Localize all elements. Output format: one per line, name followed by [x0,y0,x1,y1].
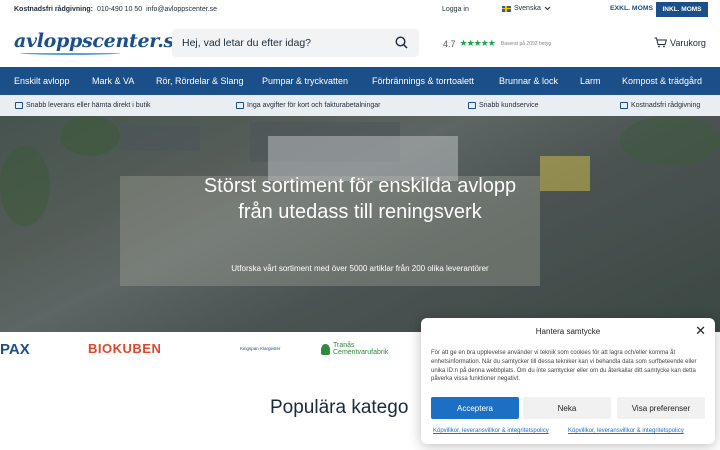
brand-tranas-text: Tranås Cementvarufabrik [333,342,389,356]
nav-item-brunnar[interactable]: Brunnar & lock [499,76,558,86]
usp-delivery-text: Snabb leverans eller hämta direkt i buti… [26,102,151,109]
nav-item-mark-va[interactable]: Mark & VA [92,76,134,86]
chevron-down-icon [544,6,551,11]
terms-link-2[interactable]: Köpvillkor, leveransvillkor & integritet… [568,428,684,434]
login-link[interactable]: Logga in [442,6,469,13]
search-icon[interactable] [395,36,408,49]
tree-group [0,146,50,226]
contact-info: Kostnadsfri rådgivning: 010-490 10 50 in… [14,6,217,13]
usp-bar: Snabb leverans eller hämta direkt i buti… [0,95,720,116]
cookie-body-text: För att ge en bra upplevelse använder vi… [431,350,697,383]
email-link[interactable]: info@avloppscenter.se [146,6,217,13]
cookie-consent-dialog: Hantera samtycke ✕ För att ge en bra upp… [421,318,715,444]
brand-logo-kingspan[interactable]: Kingspan Klargester [240,346,281,351]
contact-label: Kostnadsfri rådgivning: [14,6,93,13]
language-label: Svenska [514,5,541,12]
language-selector[interactable]: Svenska [502,5,551,12]
nav-item-kompost[interactable]: Kompost & trädgård [622,76,702,86]
cart-label: Varukorg [670,37,706,48]
nav-item-larm[interactable]: Larm [580,76,601,86]
card-icon [236,102,244,109]
usp-payment: Inga avgifter för kort och fakturabetaln… [236,102,380,109]
rating-score: 4.7 [443,38,456,49]
brand-logo-pax[interactable]: PAX [0,341,30,358]
inkl-moms-toggle[interactable]: INKL. MOMS [656,2,708,17]
usp-advice-text: Kostnadsfri rådgivning [631,102,701,109]
nav-item-ror[interactable]: Rör, Rördelar & Slang [156,76,244,86]
usp-delivery: Snabb leverans eller hämta direkt i buti… [15,102,151,109]
nav-item-pumpar[interactable]: Pumpar & tryckvatten [262,76,348,86]
swedish-flag-icon [502,5,511,12]
site-header: avloppscenter.se 4.7 ★★★★★ Baserat på 20… [0,20,720,67]
cart-icon [654,37,667,48]
search-input[interactable] [182,37,382,49]
container [540,156,590,191]
rating-stars-icon: ★★★★★ [459,38,496,48]
phone-link[interactable]: 010-490 10 50 [97,6,142,13]
usp-service: Snabb kundservice [468,102,539,109]
leaf-icon [321,343,330,355]
truck-icon [15,102,23,109]
nav-item-forbranning[interactable]: Förbrännings & torrtoalett [372,76,474,86]
logo-swoosh [20,51,120,55]
brand-logo-tranas[interactable]: Tranås Cementvarufabrik [321,342,403,356]
accept-button[interactable]: Acceptera [431,397,519,419]
top-bar: Kostnadsfri rådgivning: 010-490 10 50 in… [0,0,720,20]
chat-bubbles-icon [620,102,628,109]
brand-logo-biokuben[interactable]: BIOKUBEN [88,341,161,356]
tree-group [620,116,720,166]
customer-rating[interactable]: 4.7 ★★★★★ Baserat på 2092 betyg [443,38,551,49]
close-icon[interactable]: ✕ [695,324,706,337]
terms-link[interactable]: Köpvillkor, leveransvillkor & integritet… [433,428,549,434]
preferences-button[interactable]: Visa preferenser [617,397,705,419]
deny-button[interactable]: Neka [523,397,611,419]
tree-group [60,116,120,156]
rating-count: Baserat på 2092 betyg [500,40,552,47]
usp-payment-text: Inga avgifter för kort och fakturabetaln… [247,102,381,109]
exkl-moms-toggle[interactable]: EXKL. MOMS [610,5,653,12]
cookie-title: Hantera samtycke [535,327,601,336]
nav-item-enskilt-avlopp[interactable]: Enskilt avlopp [14,76,70,86]
usp-service-text: Snabb kundservice [479,102,539,109]
main-nav: Enskilt avlopp Mark & VA Rör, Rördelar &… [0,67,720,95]
search-bar [172,29,419,57]
usp-advice: Kostnadsfri rådgivning [620,102,700,109]
chat-icon [468,102,476,109]
hero-banner: Störst sortiment för enskilda avlopp frå… [0,116,720,332]
hero-heading: Störst sortiment för enskilda avlopp frå… [203,175,517,223]
popular-categories-heading: Populära katego [270,397,409,418]
site-logo[interactable]: avloppscenter.se [14,30,186,52]
hero-subtext: Utforska vårt sortiment med över 5000 ar… [231,264,489,273]
shed-roof [120,126,200,151]
cart-button[interactable]: Varukorg [654,37,706,48]
